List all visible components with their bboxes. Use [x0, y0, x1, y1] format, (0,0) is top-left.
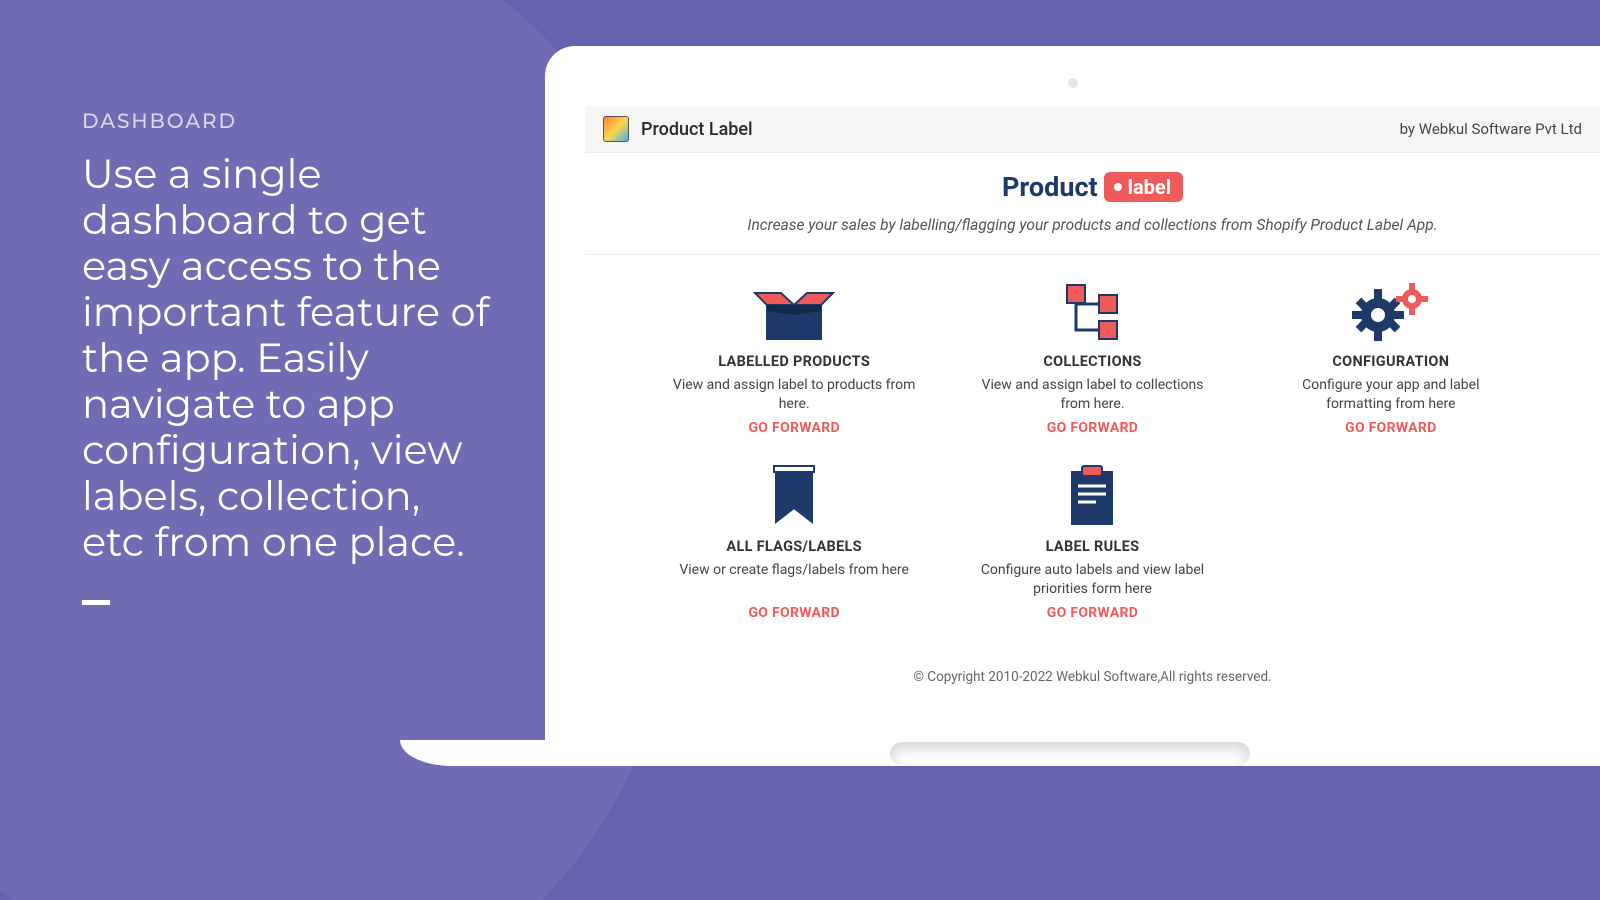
card-desc: View and assign label to products from h… — [671, 376, 917, 414]
card-collections: COLLECTIONS View and assign label to col… — [943, 277, 1241, 436]
card-title: LABELLED PRODUCTS — [671, 353, 917, 370]
dashboard-cards: LABELLED PRODUCTS View and assign label … — [585, 277, 1600, 621]
open-box-icon — [671, 277, 917, 347]
promo-divider — [82, 600, 110, 605]
card-title: ALL FLAGS/LABELS — [671, 538, 917, 555]
card-title: CONFIGURATION — [1268, 353, 1514, 370]
brand-word-product: Product — [1002, 171, 1098, 203]
app-vendor: by Webkul Software Pvt Ltd — [1400, 120, 1582, 138]
card-desc: View or create flags/labels from here — [671, 561, 917, 599]
card-label-rules: LABEL RULES Configure auto labels and vi… — [943, 462, 1241, 621]
card-desc: Configure your app and label formatting … — [1268, 376, 1514, 414]
hierarchy-icon — [969, 277, 1215, 347]
brand-subtitle: Increase your sales by labelling/flaggin… — [585, 211, 1600, 255]
bookmark-flag-icon — [671, 462, 917, 532]
card-all-flags: ALL FLAGS/LABELS View or create flags/la… — [645, 462, 943, 621]
go-forward-link[interactable]: GO FORWARD — [969, 420, 1215, 436]
go-forward-link[interactable]: GO FORWARD — [1268, 420, 1514, 436]
brand-logo: Product label — [1002, 171, 1183, 203]
gears-icon — [1268, 277, 1514, 347]
app-header: Product Label by Webkul Software Pvt Ltd — [585, 106, 1600, 153]
go-forward-link[interactable]: GO FORWARD — [671, 605, 917, 621]
app-title: Product Label — [641, 119, 753, 140]
card-desc: Configure auto labels and view label pri… — [969, 561, 1215, 599]
card-labelled-products: LABELLED PRODUCTS View and assign label … — [645, 277, 943, 436]
monitor-frame: Product Label by Webkul Software Pvt Ltd… — [545, 46, 1600, 766]
brand-word-label: label — [1128, 175, 1171, 199]
promo-left-column: DASHBOARD Use a single dashboard to get … — [82, 110, 492, 605]
footer-copyright: © Copyright 2010-2022 Webkul Software,Al… — [585, 669, 1600, 685]
monitor-stand — [890, 742, 1250, 766]
monitor-camera-dot — [1068, 78, 1078, 88]
app-window: Product Label by Webkul Software Pvt Ltd… — [585, 106, 1600, 746]
card-configuration: CONFIGURATION Configure your app and lab… — [1242, 277, 1540, 436]
card-title: LABEL RULES — [969, 538, 1215, 555]
card-title: COLLECTIONS — [969, 353, 1215, 370]
card-desc: View and assign label to collections fro… — [969, 376, 1215, 414]
app-logo-icon — [603, 116, 629, 142]
promo-eyebrow: DASHBOARD — [82, 110, 492, 134]
clipboard-rules-icon — [969, 462, 1215, 532]
brand-row: Product label — [585, 153, 1600, 211]
brand-tag-icon: label — [1104, 172, 1183, 202]
go-forward-link[interactable]: GO FORWARD — [671, 420, 917, 436]
promo-headline: Use a single dashboard to get easy acces… — [82, 152, 492, 566]
go-forward-link[interactable]: GO FORWARD — [969, 605, 1215, 621]
